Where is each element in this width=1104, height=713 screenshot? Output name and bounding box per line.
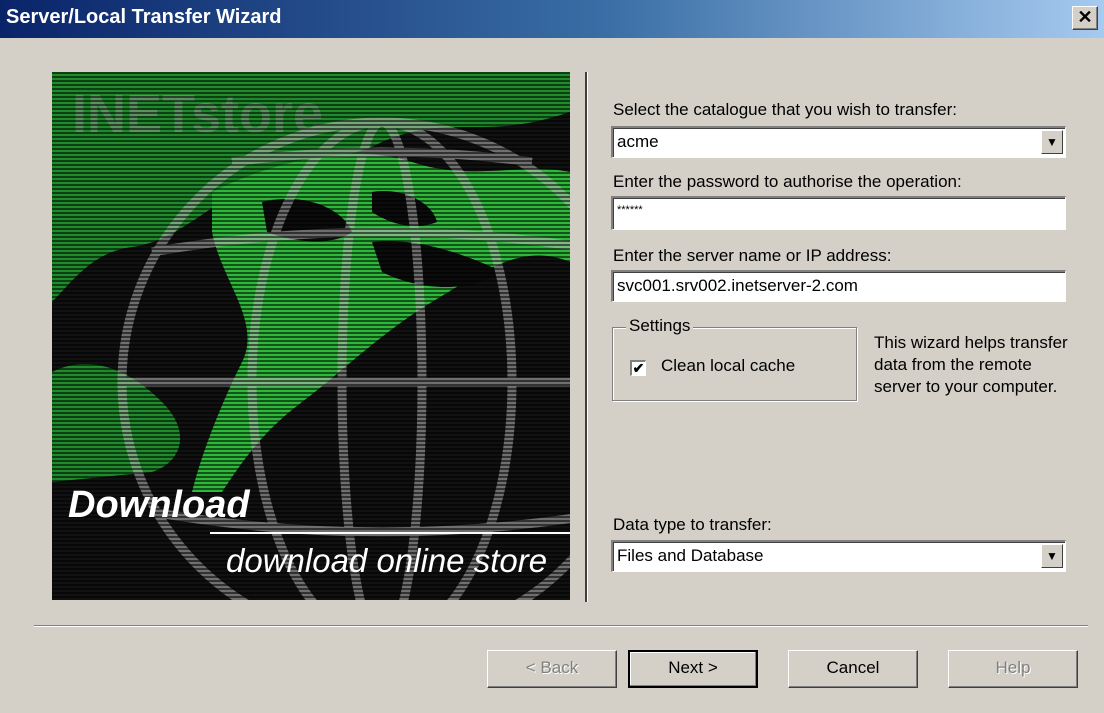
checkmark-icon: ✔ [632, 360, 645, 376]
password-input[interactable]: ****** [611, 196, 1066, 230]
settings-legend: Settings [626, 316, 694, 336]
catalogue-dropdown-button[interactable]: ▼ [1041, 130, 1063, 154]
data-type-dropdown-button[interactable]: ▼ [1041, 544, 1063, 568]
data-type-label: Data type to transfer: [613, 515, 772, 534]
vertical-divider [585, 72, 588, 602]
catalogue-select[interactable]: acme ▼ [611, 126, 1066, 158]
clean-cache-checkbox[interactable]: ✔ [630, 360, 646, 376]
wizard-help-text: This wizard helps transfer data from the… [874, 333, 1068, 396]
back-button[interactable]: < Back [487, 650, 617, 688]
clean-cache-label[interactable]: Clean local cache [661, 356, 795, 376]
wizard-banner-image: INETstore Download download online store [52, 72, 570, 600]
data-type-value: Files and Database [617, 546, 764, 565]
cancel-button[interactable]: Cancel [788, 650, 918, 688]
banner-title: Download [68, 484, 250, 526]
banner-subtitle: download online store [226, 542, 548, 579]
server-value: svc001.srv002.inetserver-2.com [617, 276, 858, 295]
password-label: Enter the password to authorise the oper… [613, 172, 962, 191]
settings-group: Settings ✔ Clean local cache [612, 316, 857, 401]
password-value: ****** [617, 204, 643, 216]
server-input[interactable]: svc001.srv002.inetserver-2.com [611, 270, 1066, 302]
chevron-down-icon: ▼ [1046, 135, 1058, 149]
close-button[interactable]: ✕ [1072, 6, 1098, 30]
server-label: Enter the server name or IP address: [613, 246, 892, 265]
catalogue-value: acme [617, 132, 659, 151]
banner-rule [210, 532, 570, 534]
close-icon: ✕ [1077, 7, 1093, 27]
horizontal-separator [34, 625, 1088, 627]
chevron-down-icon: ▼ [1046, 549, 1058, 563]
catalogue-label: Select the catalogue that you wish to tr… [613, 100, 957, 119]
next-button[interactable]: Next > [628, 650, 758, 688]
help-button[interactable]: Help [948, 650, 1078, 688]
window-title: Server/Local Transfer Wizard [6, 6, 282, 28]
data-type-select[interactable]: Files and Database ▼ [611, 540, 1066, 572]
title-bar: Server/Local Transfer Wizard ✕ [0, 0, 1104, 38]
